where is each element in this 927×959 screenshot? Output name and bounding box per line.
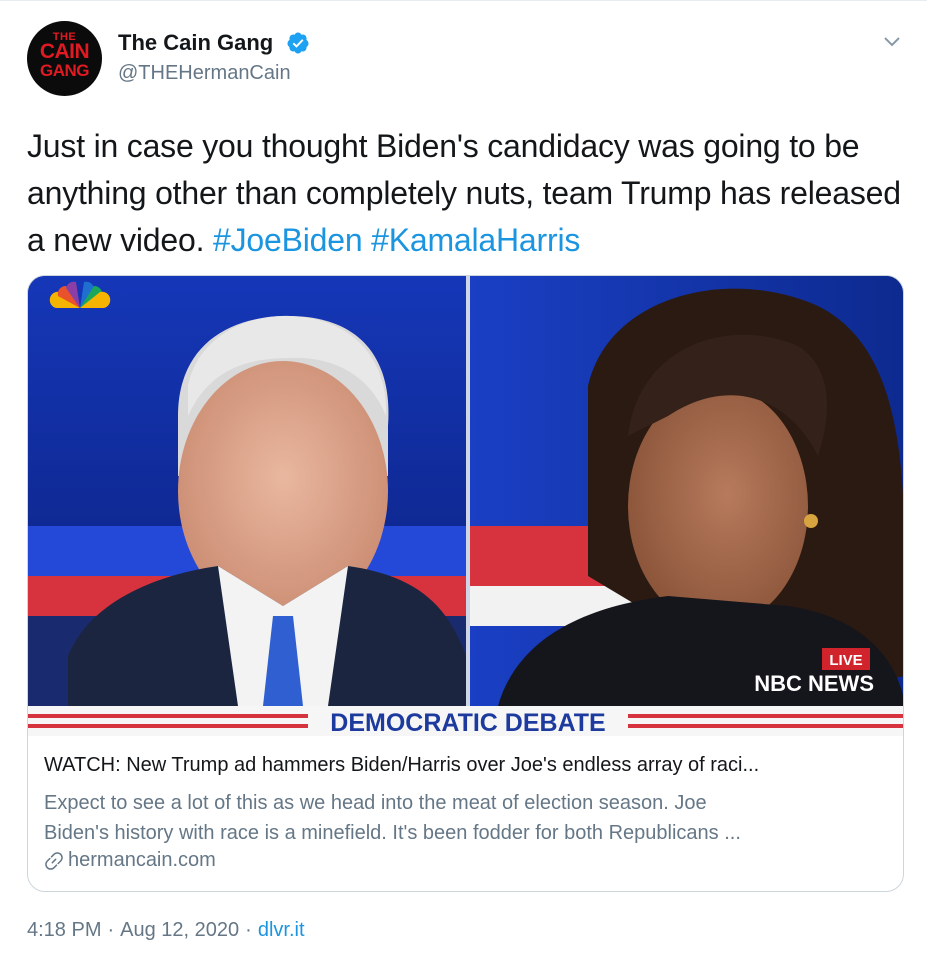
avatar-text-cain: CAIN: [39, 40, 90, 63]
card-domain: hermancain.com: [44, 849, 216, 872]
debate-banner: DEMOCRATIC DEBATE: [330, 709, 605, 736]
card-title: WATCH: New Trump ad hammers Biden/Harris…: [44, 754, 760, 776]
tweet-source-link[interactable]: dlvr.it: [258, 919, 305, 942]
hashtag-kamalaharris[interactable]: #KamalaHarris: [371, 222, 580, 258]
card-description-line: Biden's history with race is a minefield…: [44, 822, 741, 844]
network-label: NBC NEWS: [754, 671, 874, 696]
tweet-meta: 4:18 PM · Aug 12, 2020 · dlvr.it: [27, 919, 305, 942]
tweet-text: Just in case you thought Biden's candida…: [27, 123, 907, 264]
avatar-text-gang: GANG: [40, 61, 90, 80]
meta-separator: ·: [107, 919, 115, 941]
author-name[interactable]: The Cain Gang: [118, 30, 273, 56]
avatar[interactable]: THE CAIN GANG: [27, 21, 102, 96]
author-handle[interactable]: @THEHermanCain: [118, 62, 291, 85]
card-description-line: Expect to see a lot of this as we head i…: [44, 792, 707, 814]
tweet-time[interactable]: 4:18 PM: [27, 919, 101, 942]
chevron-down-icon[interactable]: [880, 29, 904, 53]
meta-separator: ·: [245, 919, 252, 941]
tweet-date[interactable]: Aug 12, 2020: [120, 919, 239, 942]
card-description: Expect to see a lot of this as we head i…: [44, 788, 894, 848]
hashtag-joebiden[interactable]: #JoeBiden: [213, 222, 363, 258]
live-label: LIVE: [829, 652, 862, 669]
card-image: LIVE NBC NEWS DEMOCRATIC DEBATE: [28, 276, 903, 736]
link-icon: [45, 851, 63, 870]
verified-badge-icon: [287, 32, 309, 54]
tweet: THE CAIN GANG The Cain Gang @THEHermanCa…: [0, 0, 927, 959]
card-domain-text: hermancain.com: [68, 849, 216, 871]
link-card[interactable]: LIVE NBC NEWS DEMOCRATIC DEBATE WATCH: N…: [27, 275, 904, 892]
